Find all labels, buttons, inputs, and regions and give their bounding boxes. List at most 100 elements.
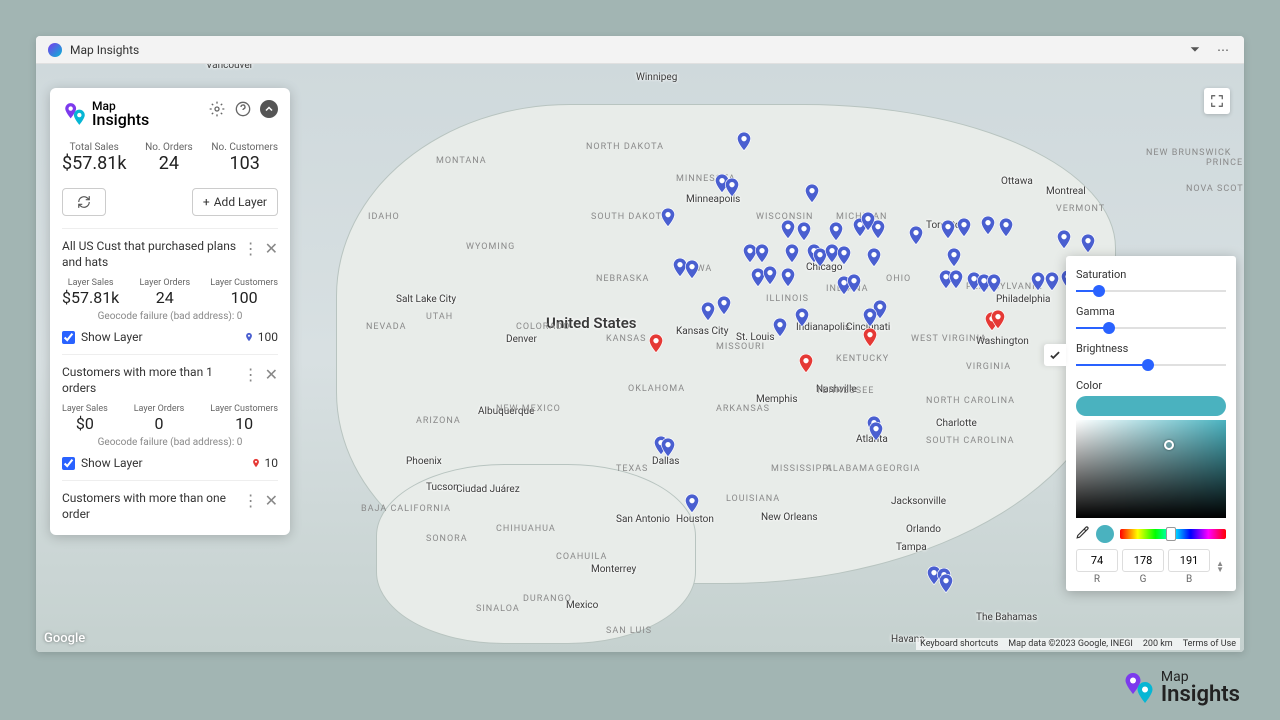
map-pin[interactable] (986, 274, 1002, 294)
layer-menu-icon[interactable]: ⋮ (243, 365, 259, 384)
map-pin[interactable] (796, 222, 812, 242)
state-label: IDAHO (368, 212, 400, 222)
city-label: San Antonio (616, 514, 670, 525)
map-canvas[interactable]: United States WinnipegVancouverOttawaMon… (36, 64, 1244, 652)
eyedropper-icon[interactable] (1076, 524, 1090, 543)
pin-icon[interactable]: ⏷ (1186, 41, 1204, 59)
collapse-icon[interactable] (260, 100, 278, 118)
geocode-status: Geocode failure (bad address): 0 (62, 437, 278, 448)
state-label: PRINCE EDWARD ISLAND (1206, 158, 1244, 168)
app-window: Map Insights ⏷ ⋯ United States WinnipegV… (36, 36, 1244, 652)
apply-check-button[interactable] (1044, 344, 1066, 366)
map-pin[interactable] (846, 274, 862, 294)
layer-close-icon[interactable]: ✕ (265, 365, 278, 384)
map-pin[interactable] (762, 266, 778, 286)
r-input[interactable] (1076, 549, 1118, 572)
color-panel: Saturation Gamma Brightness Color R G B (1066, 256, 1236, 591)
state-label: LOUISIANA (726, 494, 780, 504)
state-label: TEXAS (616, 464, 648, 474)
brightness-label: Brightness (1076, 342, 1226, 355)
map-pin[interactable] (794, 308, 810, 328)
show-layer-toggle[interactable]: Show Layer (62, 456, 143, 470)
map-pin[interactable] (798, 354, 814, 374)
map-pin[interactable] (736, 132, 752, 152)
fullscreen-button[interactable] (1204, 88, 1230, 114)
map-pin[interactable] (946, 248, 962, 268)
show-layer-toggle[interactable]: Show Layer (62, 330, 143, 344)
map-pin[interactable] (860, 212, 876, 232)
refresh-icon (77, 195, 91, 209)
city-label: Houston (676, 514, 714, 525)
map-pin[interactable] (772, 318, 788, 338)
map-pin[interactable] (836, 246, 852, 266)
saturation-label: Saturation (1076, 268, 1226, 281)
fullscreen-icon (1210, 94, 1224, 108)
layer-menu-icon[interactable]: ⋮ (243, 239, 259, 258)
layer-menu-icon[interactable]: ⋮ (243, 491, 259, 510)
map-pin[interactable] (1056, 230, 1072, 250)
b-input[interactable] (1168, 549, 1210, 572)
layer-title: Customers with more than one order (62, 491, 243, 522)
map-pin[interactable] (700, 302, 716, 322)
refresh-button[interactable] (62, 188, 106, 216)
map-pin[interactable] (660, 208, 676, 228)
map-pin[interactable] (780, 268, 796, 288)
color-mode-toggle[interactable]: ▲▼ (1214, 549, 1226, 585)
layer-card: Customers with more than 1 orders ⋮ ✕ La… (62, 354, 278, 470)
map-pin[interactable] (784, 244, 800, 264)
hue-slider[interactable] (1120, 529, 1226, 539)
plus-icon: + (203, 195, 210, 209)
state-label: SINALOA (476, 604, 520, 614)
gamma-slider[interactable] (1076, 322, 1226, 334)
map-pin[interactable] (956, 218, 972, 238)
layer-close-icon[interactable]: ✕ (265, 491, 278, 510)
g-input[interactable] (1122, 549, 1164, 572)
city-label: Salt Lake City (396, 294, 456, 305)
state-label: GEORGIA (876, 464, 921, 474)
map-pin[interactable] (868, 422, 884, 442)
map-pin[interactable] (980, 216, 996, 236)
map-pin[interactable] (780, 220, 796, 240)
map-pin[interactable] (716, 296, 732, 316)
state-label: CHIHUAHUA (496, 524, 556, 534)
map-pin[interactable] (724, 178, 740, 198)
state-label: KENTUCKY (836, 354, 889, 364)
state-label: ALABAMA (826, 464, 875, 474)
map-pin[interactable] (804, 184, 820, 204)
map-pin[interactable] (754, 244, 770, 264)
city-label: Kansas City (676, 326, 728, 337)
map-pin[interactable] (684, 494, 700, 514)
city-label: Orlando (906, 524, 941, 535)
help-icon[interactable] (234, 100, 252, 118)
gear-icon[interactable] (208, 100, 226, 118)
state-label: NEW MEXICO (496, 404, 561, 414)
map-pin[interactable] (938, 574, 954, 594)
more-icon[interactable]: ⋯ (1214, 41, 1232, 59)
map-pin[interactable] (660, 438, 676, 458)
sv-picker[interactable] (1076, 420, 1226, 518)
brightness-slider[interactable] (1076, 359, 1226, 371)
state-label: VIRGINIA (966, 362, 1011, 372)
map-pin[interactable] (684, 260, 700, 280)
saturation-slider[interactable] (1076, 285, 1226, 297)
city-label: Ottawa (1001, 176, 1033, 187)
map-pin[interactable] (828, 222, 844, 242)
map-pin[interactable] (940, 220, 956, 240)
map-pin[interactable] (866, 248, 882, 268)
layer-close-icon[interactable]: ✕ (265, 239, 278, 258)
map-pin[interactable] (990, 310, 1006, 330)
map-pin[interactable] (1044, 272, 1060, 292)
map-pin[interactable] (948, 270, 964, 290)
state-label: TENNESSEE (816, 386, 874, 396)
city-label: Winnipeg (636, 72, 677, 83)
state-label: SOUTH CAROLINA (926, 436, 1015, 446)
map-pin[interactable] (998, 218, 1014, 238)
state-label: BAJA CALIFORNIA (361, 504, 451, 514)
map-pin[interactable] (908, 226, 924, 246)
map-pin[interactable] (862, 308, 878, 328)
map-pin[interactable] (1080, 234, 1096, 254)
map-pin[interactable] (648, 334, 664, 354)
add-layer-button[interactable]: + Add Layer (192, 188, 278, 216)
state-label: NEW BRUNSWICK (1146, 148, 1231, 158)
map-pin[interactable] (862, 328, 878, 348)
